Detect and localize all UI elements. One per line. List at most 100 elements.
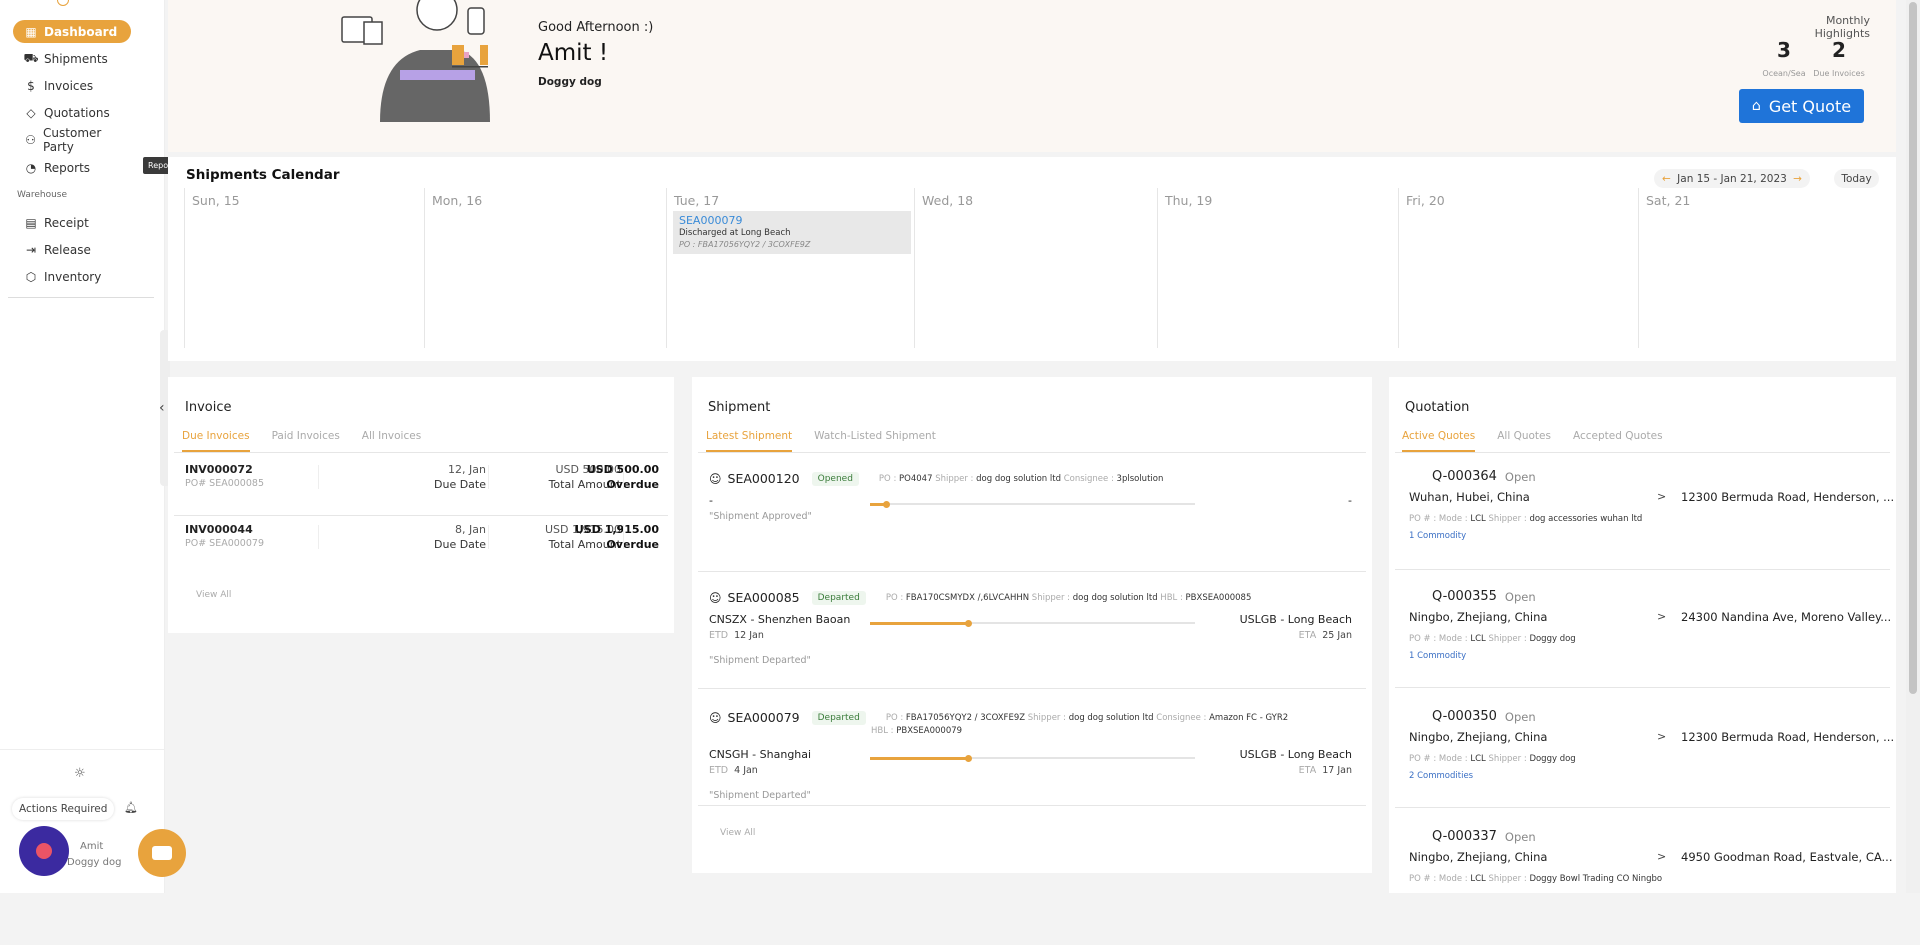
quotation-id[interactable]: Q-000337 [1432, 829, 1497, 844]
calendar-day-column [1398, 188, 1638, 348]
get-quote-button[interactable]: ⌂ Get Quote [1739, 89, 1864, 123]
users-icon: ⚇ [25, 132, 36, 147]
tab-all-invoices[interactable]: All Invoices [362, 430, 421, 452]
avatar[interactable] [19, 826, 69, 876]
commodity-link[interactable]: 1 Commodity [1409, 651, 1466, 661]
sidebar-item-label: Quotations [44, 105, 110, 120]
shipment-id[interactable]: SEA000120 [728, 471, 800, 486]
sidebar-item-label: Dashboard [44, 24, 118, 39]
shipment-progress-dot [883, 500, 891, 508]
chevron-right-icon: > [1657, 490, 1667, 503]
sidebar-item-invoices[interactable]: $ Invoices [13, 74, 131, 97]
chevron-left-icon[interactable]: ‹ [159, 400, 165, 416]
meta-label: PO [885, 712, 898, 723]
quotation-meta: PO # : Mode : LCL Shipper : Doggy Bowl T… [1409, 874, 1663, 884]
tag-icon: ◇ [26, 105, 36, 120]
shipment-title: Shipment [708, 400, 771, 415]
scrollbar-thumb[interactable] [1909, 2, 1917, 694]
tab-latest-shipment[interactable]: Latest Shipment [706, 430, 793, 452]
quotation-row[interactable]: Q-000355 Open Ningbo, Zhejiang, China >2430… [1389, 589, 1896, 705]
meta-value: dog dog solution ltd [1072, 592, 1158, 603]
meta-value: 3plsolution [1116, 473, 1164, 484]
sidebar-item-dashboard[interactable]: ▦ Dashboard [13, 20, 131, 43]
shipment-dest: - [1348, 494, 1352, 507]
commodity-link[interactable]: 1 Commodity [1409, 531, 1466, 541]
shipment-view-all[interactable]: View All [720, 828, 755, 838]
theme-toggle-icon[interactable]: ☼ [74, 766, 86, 781]
dollar-icon: $ [27, 78, 35, 93]
logo-icon [57, 0, 69, 6]
shipment-note: "Shipment Departed" [709, 655, 811, 666]
arrow-left-icon[interactable]: ← [1662, 173, 1671, 185]
quotation-row[interactable]: Q-000364 Open Wuhan, Hubei, China >12300 Be… [1389, 469, 1896, 585]
quotation-destination: 12300 Bermuda Road, Henderson, ... [1681, 490, 1893, 504]
sidebar-item-receipt[interactable]: ▤ Receipt [13, 211, 131, 234]
shipment-origin: CNSGH - Shanghai [709, 748, 812, 761]
etd-label: ETD [709, 630, 729, 641]
shipment-progress-fill [870, 756, 968, 760]
chat-button[interactable] [138, 829, 186, 877]
sidebar-item-quotations[interactable]: ◇ Quotations [13, 101, 131, 124]
divider [623, 525, 624, 549]
quotation-row[interactable]: Q-000350 Open Ningbo, Zhejiang, China >1230… [1389, 709, 1896, 825]
meta-value: dog dog solution ltd [1068, 712, 1154, 723]
shipment-meta: PO : FBA17056YQY2 / 3COXFE9Z Shipper : d… [885, 712, 1289, 723]
sidebar-item-reports[interactable]: ◔ Reports [13, 156, 131, 179]
file-icon: ▤ [25, 215, 37, 230]
sidebar-item-shipments[interactable]: ⛟ Shipments [13, 47, 131, 70]
sidebar-item-release[interactable]: ⇥ Release [13, 238, 131, 261]
actions-required[interactable]: Actions Required [12, 798, 115, 820]
scrollbar[interactable] [1906, 0, 1920, 893]
mode-value: LCL [1470, 754, 1486, 764]
sidebar-item-customer-party[interactable]: ⚇ Customer Party [13, 126, 131, 154]
meta-value: FBA17056YQY2 / 3COXFE9Z [905, 712, 1026, 723]
invoice-card: Invoice Due Invoices Paid Invoices All I… [168, 377, 674, 633]
sidebar-item-label: Inventory [44, 269, 102, 284]
tab-watch-listed-shipment[interactable]: Watch-Listed Shipment [814, 430, 936, 452]
bell-icon[interactable]: 🔔︎ [124, 801, 138, 814]
invoice-view-all[interactable]: View All [196, 590, 231, 600]
sidebar-item-label: Reports [44, 160, 91, 175]
invoice-id[interactable]: INV000072 [185, 463, 253, 476]
calendar-day-label: Thu, 19 [1165, 193, 1213, 208]
quotation-row[interactable]: Q-000337 Open Ningbo, Zhejiang, China >4950… [1389, 829, 1896, 945]
shipment-row[interactable]: ☺ SEA000085 Departed PO : FBA170CSMYDX /,6L… [692, 590, 1372, 700]
quotation-id[interactable]: Q-000350 [1432, 709, 1497, 724]
shipment-row[interactable]: ☺ SEA000079 Departed PO : FBA17056YQY2 / 3C… [692, 710, 1372, 820]
etd-value: 4 Jan [734, 765, 758, 776]
user-org: Doggy dog [67, 857, 122, 868]
tab-active-quotes[interactable]: Active Quotes [1402, 430, 1476, 452]
mode-label: Mode [1438, 874, 1463, 884]
invoice-id[interactable]: INV000044 [185, 523, 253, 536]
meta-label: HBL [1160, 592, 1178, 603]
quotation-id[interactable]: Q-000364 [1432, 469, 1497, 484]
quotation-id[interactable]: Q-000355 [1432, 589, 1497, 604]
today-button[interactable]: Today [1834, 169, 1879, 188]
shipment-row[interactable]: ☺ SEA000120 Opened PO : PO4047 Shipper : do… [692, 471, 1372, 581]
shipment-card: Shipment Latest Shipment Watch-Listed Sh… [692, 377, 1372, 873]
shipment-id[interactable]: SEA000085 [728, 590, 800, 605]
etd-value: 12 Jan [734, 630, 764, 641]
invoice-status: Overdue [606, 478, 659, 491]
divider [698, 805, 1366, 806]
tab-all-quotes[interactable]: All Quotes [1497, 430, 1551, 452]
quotation-status: Open [1504, 469, 1536, 484]
sidebar-item-inventory[interactable]: ⬡ Inventory [13, 265, 131, 288]
greeting: Good Afternoon :) [538, 20, 654, 35]
quotation-destination: 24300 Nandina Ave, Moreno Valley... [1681, 610, 1892, 624]
tab-paid-invoices[interactable]: Paid Invoices [272, 430, 340, 452]
shipment-id[interactable]: SEA000079 [728, 710, 800, 725]
meta-value: PO4047 [899, 473, 933, 484]
arrow-right-icon[interactable]: → [1793, 173, 1802, 185]
tab-due-invoices[interactable]: Due Invoices [182, 430, 250, 452]
quotation-meta: PO # : Mode : LCL Shipper : Doggy dog [1409, 634, 1576, 644]
tab-accepted-quotes[interactable]: Accepted Quotes [1573, 430, 1663, 452]
commodity-link[interactable]: 2 Commodities [1409, 771, 1473, 781]
divider [1395, 687, 1890, 688]
calendar-range-nav[interactable]: ← Jan 15 - Jan 21, 2023 → [1654, 169, 1810, 188]
divider [1395, 807, 1890, 808]
ship-icon: ☺ [709, 590, 722, 605]
invoice-date: 8, Jan [455, 523, 486, 536]
invoice-status: Overdue [606, 538, 659, 551]
shipper-label: Shipper [1488, 754, 1522, 764]
